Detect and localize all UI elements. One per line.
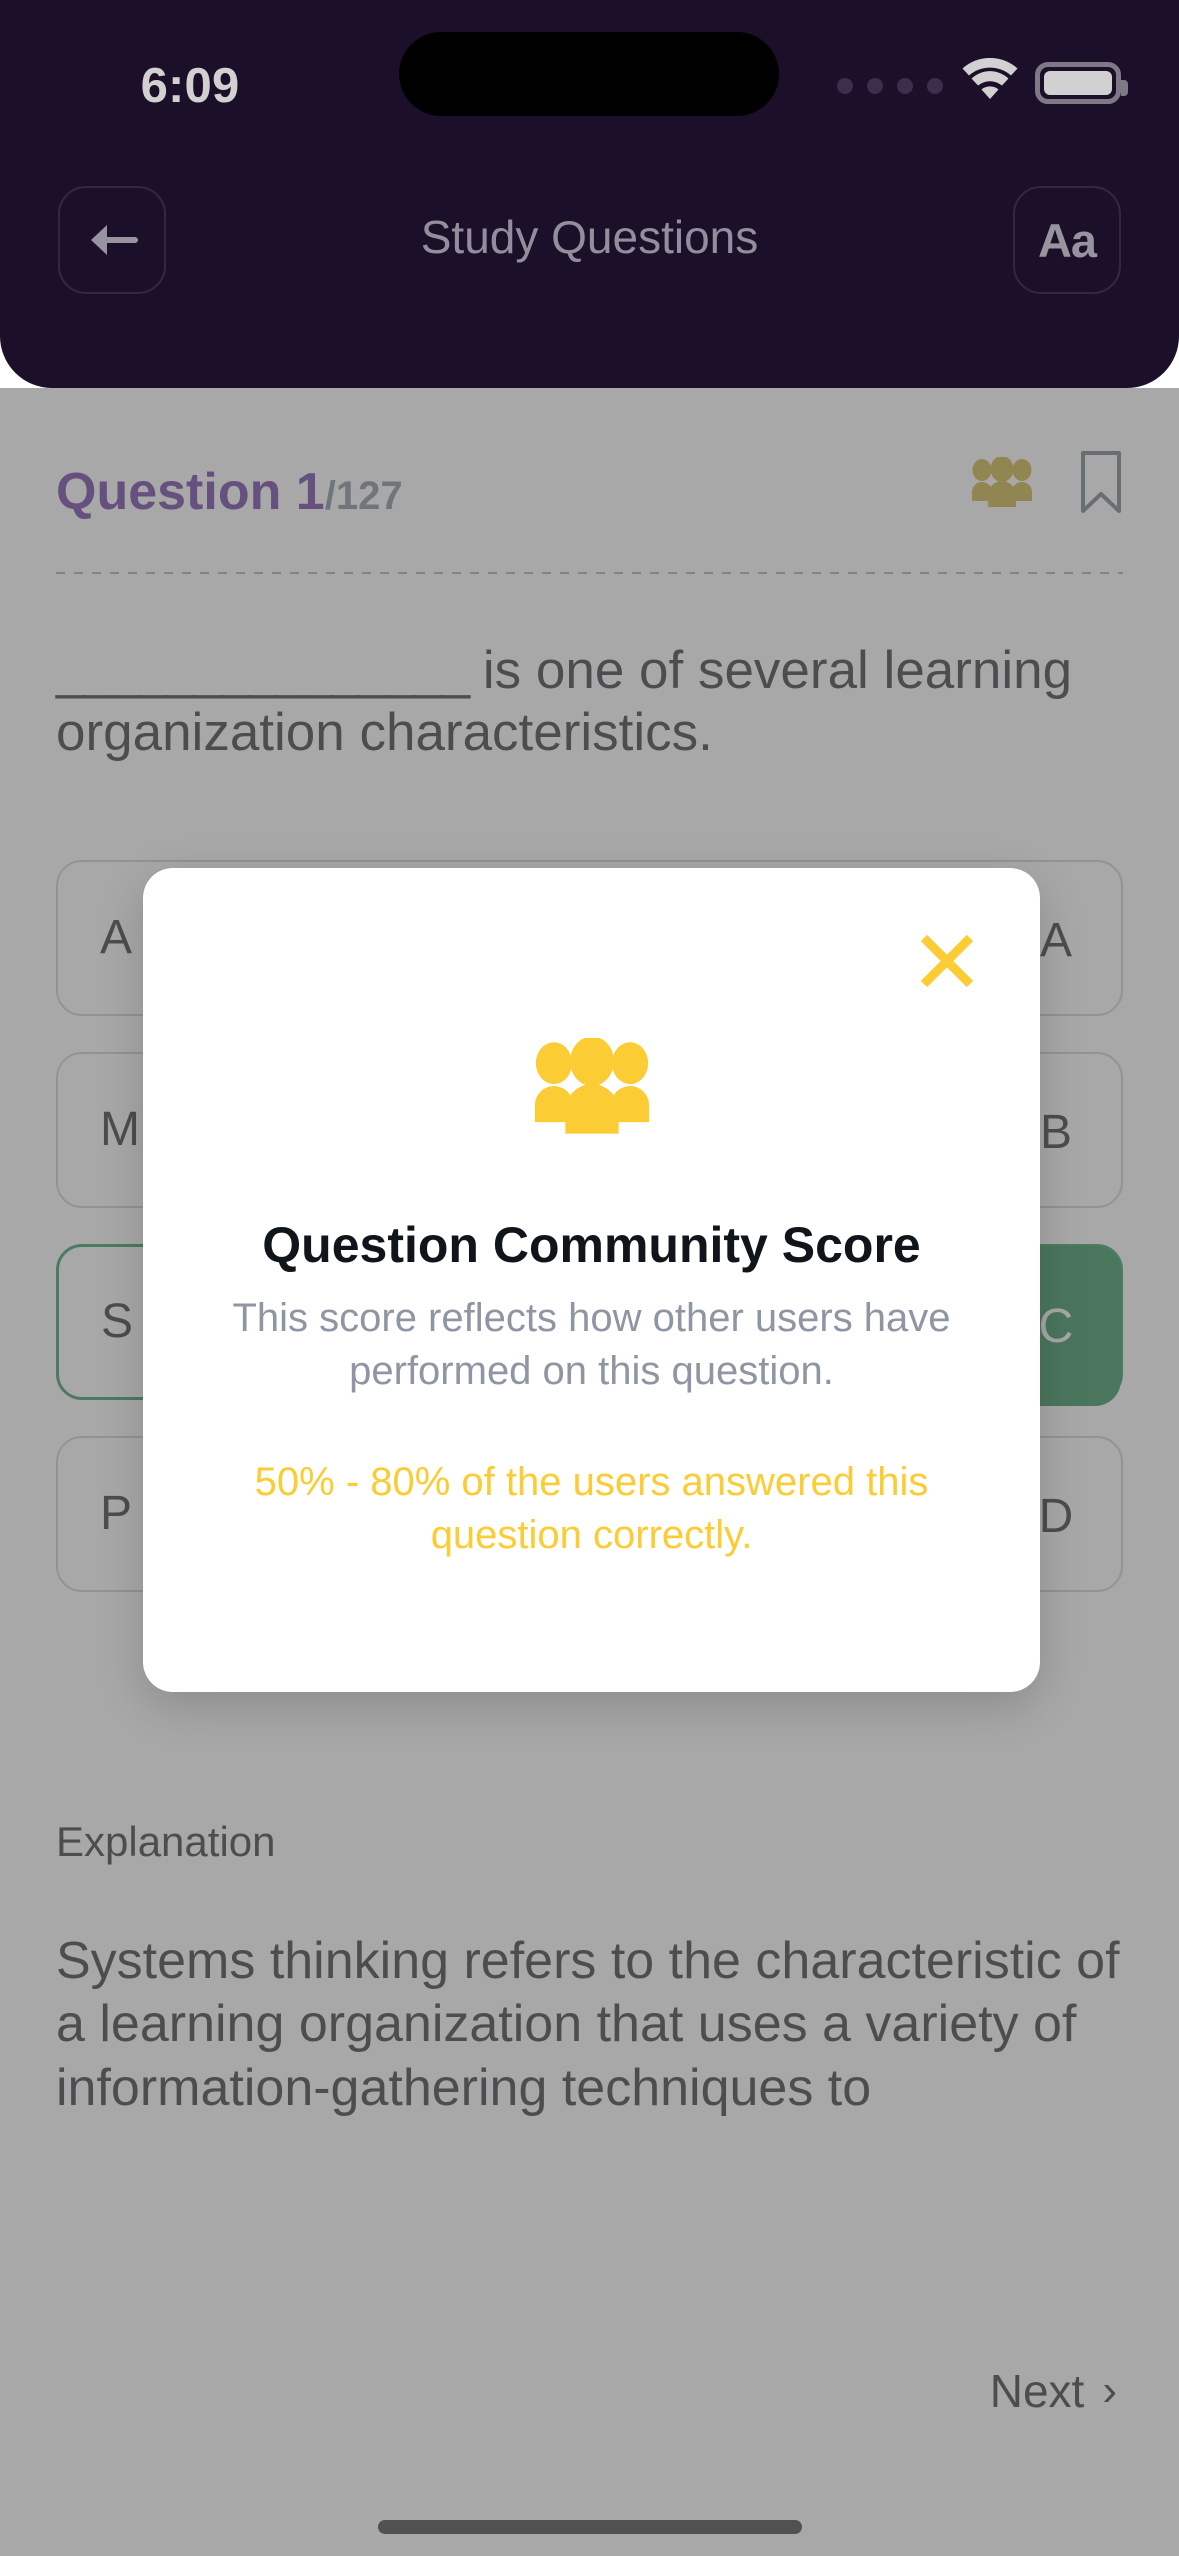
explanation-body: Systems thinking refers to the character… [56, 1930, 1141, 2120]
answer-option-text: M [100, 1104, 140, 1157]
modal-hero-icon-wrap [143, 1038, 1040, 1134]
divider [56, 572, 1123, 574]
answer-option-text: S [101, 1296, 133, 1349]
home-indicator[interactable] [378, 2520, 802, 2534]
status-bar: 6:09 [0, 0, 1179, 150]
bottom-bar: Next › [0, 2306, 1179, 2556]
page-title: Study Questions [0, 210, 1179, 264]
signal-dots-icon [837, 78, 943, 94]
question-meta-icons [971, 450, 1123, 514]
question-number: Question 1 [56, 463, 325, 521]
question-meta-row: Question 1/127 [56, 462, 1123, 538]
chevron-right-icon: › [1102, 2366, 1117, 2416]
question-total: /127 [325, 474, 403, 518]
wifi-icon [961, 58, 1019, 102]
font-size-label: Aa [1038, 213, 1096, 268]
community-people-icon [533, 1038, 651, 1134]
community-score-modal: Question Community Score This score refl… [143, 868, 1040, 1692]
phone-screen: 6:09 Study Qu [0, 0, 1179, 2556]
modal-description: This score reflects how other users have… [199, 1292, 984, 1398]
dynamic-island [399, 32, 779, 116]
close-x-icon [916, 930, 978, 992]
modal-title: Question Community Score [187, 1216, 996, 1274]
nav-bar: Study Questions Aa [0, 186, 1179, 311]
status-bar-clock: 6:09 [110, 58, 270, 114]
next-button[interactable]: Next › [990, 2364, 1117, 2418]
app-header: 6:09 Study Qu [0, 0, 1179, 388]
next-button-label: Next [990, 2364, 1085, 2418]
community-people-icon[interactable] [971, 457, 1033, 507]
font-size-button[interactable]: Aa [1013, 186, 1121, 294]
explanation-title: Explanation [56, 1818, 276, 1866]
answer-option-text: A [100, 912, 132, 965]
modal-close-button[interactable] [910, 924, 984, 998]
bookmark-icon[interactable] [1079, 450, 1123, 514]
question-blank: _______________ [56, 641, 468, 700]
battery-full-icon [1035, 62, 1121, 104]
modal-score-text: 50% - 80% of the users answered this que… [199, 1456, 984, 1562]
question-counter: Question 1/127 [56, 462, 403, 522]
question-text: _______________ is one of several learni… [56, 640, 1131, 764]
answer-option-text: P [100, 1488, 132, 1541]
